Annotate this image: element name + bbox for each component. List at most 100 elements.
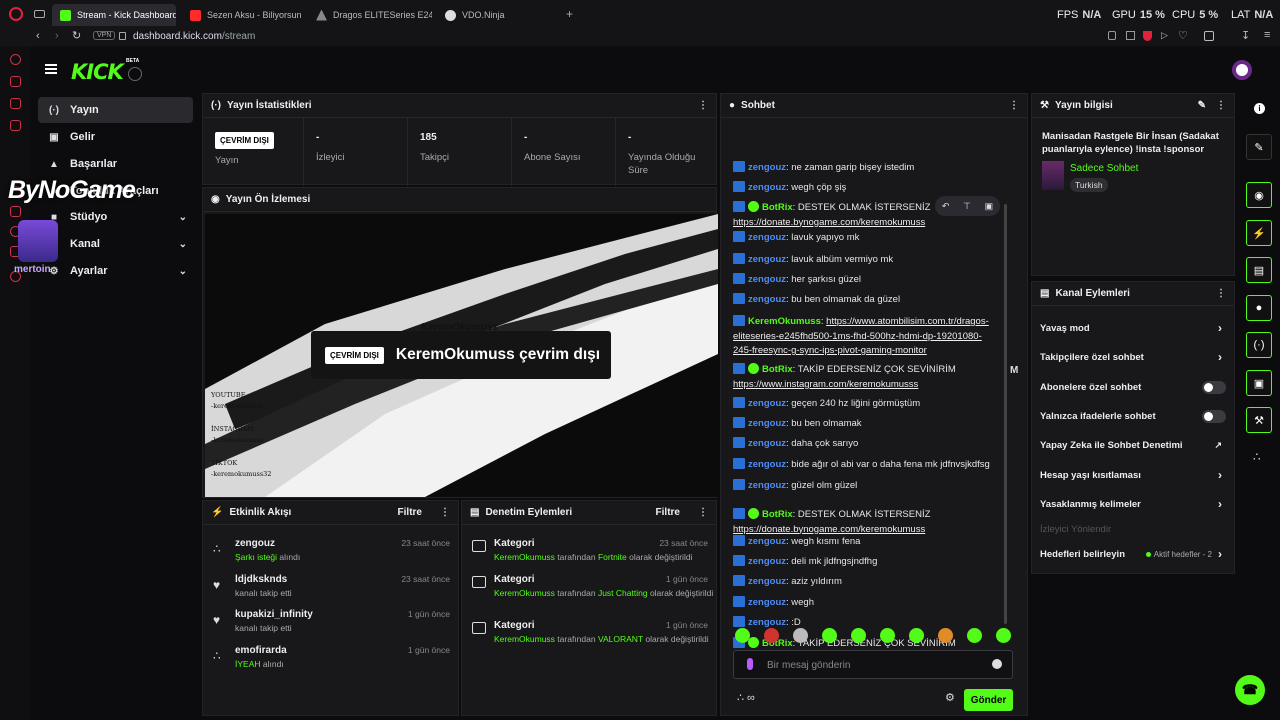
camera-tool-button[interactable]: ◉	[1246, 182, 1272, 208]
url-field[interactable]: dashboard.kick.com/stream	[133, 31, 255, 42]
category-link[interactable]: Sadece Sohbet	[1070, 163, 1138, 174]
menu-icon[interactable]: ≡	[1264, 29, 1270, 41]
chat-username[interactable]: BotRix	[762, 509, 793, 520]
edit-icon[interactable]: ✎	[1198, 100, 1206, 111]
back-icon[interactable]: ‹	[36, 30, 40, 42]
emote-icon[interactable]	[822, 628, 837, 643]
heart-icon[interactable]: ♡	[1178, 29, 1188, 42]
chat-username[interactable]: zengouz	[748, 232, 786, 243]
action-followers-only[interactable]: Takipçilere özel sohbet ›	[1032, 343, 1234, 371]
chat-message[interactable]: zengouz: lavuk yapıyo mk	[733, 231, 991, 246]
chat-message[interactable]: zengouz: wegh çöp şiş	[733, 181, 991, 196]
chat-username[interactable]: zengouz	[748, 556, 786, 567]
chat-message[interactable]: zengouz: daha çok sarıyo	[733, 437, 991, 452]
wrench-tool-button[interactable]: ⚒	[1246, 407, 1272, 433]
send-button[interactable]: Gönder	[964, 689, 1013, 711]
sidebar-app-icon[interactable]	[10, 54, 21, 65]
chat-username[interactable]: zengouz	[748, 459, 786, 470]
chat-username[interactable]: zengouz	[748, 254, 786, 265]
emote-icon[interactable]	[996, 628, 1011, 643]
chat-message[interactable]: zengouz: her şarkısı güzel	[733, 273, 991, 288]
chat-settings-icon[interactable]: ⚙	[945, 691, 955, 704]
tab-kick-dashboard[interactable]: Stream - Kick Dashboard	[52, 4, 176, 26]
emote-icon[interactable]	[967, 628, 982, 643]
kick-logo[interactable]: KICK	[71, 60, 124, 84]
stream-preview[interactable]: KeremOkumuss YOUTUBE -keremokumuss İNSTA…	[205, 214, 718, 497]
emote-icon[interactable]	[851, 628, 866, 643]
user-avatar[interactable]	[1232, 60, 1252, 80]
microphone-icon[interactable]	[747, 658, 753, 670]
chat-username[interactable]: zengouz	[748, 597, 786, 608]
forward-icon[interactable]: ›	[55, 30, 59, 42]
pin-icon[interactable]: ⊤	[963, 201, 971, 212]
nav-ayarlar[interactable]: ⚙ Ayarlar ⌄	[38, 258, 193, 284]
player-icon[interactable]: ▷	[1161, 30, 1168, 41]
emote-icon[interactable]	[880, 628, 895, 643]
tab-youtube[interactable]: Sezen Aksu - Biliyorsun (	[182, 4, 302, 26]
chat-username[interactable]: zengouz	[748, 162, 786, 173]
filter-button[interactable]: Filtre	[656, 507, 680, 518]
delete-icon[interactable]: ▣	[985, 201, 994, 212]
shield-icon[interactable]	[1143, 31, 1152, 41]
sidebar-app-icon[interactable]	[10, 98, 21, 109]
tab-vdo-ninja[interactable]: VDO.Ninja	[437, 4, 557, 26]
support-button[interactable]: ☎	[1235, 675, 1265, 705]
chat-username[interactable]: KeremOkumuss	[748, 316, 821, 327]
chat-username[interactable]: zengouz	[748, 617, 786, 628]
nav-yayin[interactable]: (·) Yayın	[38, 97, 193, 123]
action-banned-words[interactable]: Yasaklanmış kelimeler ›	[1032, 490, 1234, 518]
emote-icon[interactable]	[793, 628, 808, 643]
action-slow-mode[interactable]: Yavaş mod ›	[1032, 314, 1234, 342]
nav-kanal[interactable]: ■Kanal⌄	[38, 231, 193, 257]
chat-message[interactable]: BotRix: TAKİP EDERSENİZ ÇOK SEVİNİRİM ht…	[733, 363, 991, 392]
emote-icon[interactable]	[938, 628, 953, 643]
chat-message[interactable]: zengouz: bu ben olmamak da güzel	[733, 293, 991, 308]
more-options-icon[interactable]: ⋮	[440, 507, 450, 518]
nav-studyo[interactable]: ■ Stüdyo ⌄	[38, 204, 193, 230]
chat-username[interactable]: BotRix	[762, 364, 793, 375]
chat-username[interactable]: zengouz	[748, 182, 786, 193]
chat-message[interactable]: zengouz: bide ağır ol abi var o daha fen…	[733, 458, 991, 473]
chat-input[interactable]: Bir mesaj gönderin	[733, 650, 1013, 679]
chat-message[interactable]: zengouz: aziz yıldırım	[733, 575, 991, 590]
chat-username[interactable]: zengouz	[748, 536, 786, 547]
download-icon[interactable]: ↧	[1241, 29, 1250, 42]
new-tab-button[interactable]: +	[566, 7, 573, 21]
chat-username[interactable]: BotRix	[762, 202, 793, 213]
broadcast-tool-button[interactable]: (·)	[1246, 332, 1272, 358]
action-ai-moderation[interactable]: Yapay Zeka ile Sohbet Denetimi ↗	[1032, 431, 1234, 459]
chat-message[interactable]: zengouz: geçen 240 hz liğini görmüştüm	[733, 397, 991, 412]
chat-message[interactable]: zengouz: wegh	[733, 596, 991, 611]
chat-message[interactable]: zengouz: güzel olm güzel	[733, 479, 991, 494]
chat-tool-button[interactable]: ●	[1246, 295, 1272, 321]
nav-basarilar[interactable]: ▲ Başarılar	[38, 151, 193, 177]
chat-username[interactable]: zengouz	[748, 576, 786, 587]
chat-message[interactable]: zengouz: deli mk jldfngsjndfhg	[733, 555, 991, 570]
chat-message[interactable]: zengouz: lavuk albüm vermiyo mk	[733, 253, 991, 268]
chat-message[interactable]: zengouz: wegh kısmı fena	[733, 535, 991, 550]
more-options-icon[interactable]: ⋮	[1009, 100, 1019, 111]
points-icon[interactable]: ∴ ∞	[737, 691, 755, 704]
notes-tool-button[interactable]: ▤	[1246, 257, 1272, 283]
more-options-icon[interactable]: ⋮	[698, 507, 708, 518]
chat-username[interactable]: zengouz	[748, 418, 786, 429]
chat-message[interactable]: KeremOkumuss: https://www.atombilisim.co…	[733, 315, 991, 359]
chat-username[interactable]: zengouz	[748, 274, 786, 285]
chat-link[interactable]: https://www.instagram.com/keremokumusss	[733, 379, 918, 390]
chat-message[interactable]: zengouz: ne zaman garip bişey istedim	[733, 161, 991, 176]
snapshot-icon[interactable]	[1126, 31, 1135, 40]
sidebar-app-icon[interactable]	[10, 120, 21, 131]
tab-dragos[interactable]: Dragos ELITESeries E245	[308, 4, 432, 26]
more-options-icon[interactable]: ⋮	[1216, 100, 1226, 111]
layout-tool-button[interactable]: ▣	[1246, 370, 1272, 396]
reply-icon[interactable]: ↶	[942, 201, 950, 212]
info-icon[interactable]: i	[1254, 103, 1265, 114]
subscribers-only-toggle[interactable]	[1202, 380, 1226, 394]
sidebar-app-icon[interactable]	[10, 206, 21, 217]
vpn-badge[interactable]: VPN	[93, 31, 116, 40]
chat-username[interactable]: zengouz	[748, 438, 786, 449]
chat-link[interactable]: https://donate.bynogame.com/keremokumuss	[733, 524, 925, 535]
sidebar-app-icon[interactable]	[10, 76, 21, 87]
action-goals[interactable]: Hedefleri belirleyin Aktif hedefler - 2 …	[1032, 540, 1234, 568]
chat-message[interactable]: BotRix: DESTEK OLMAK İSTERSENİZ https://…	[733, 508, 991, 537]
